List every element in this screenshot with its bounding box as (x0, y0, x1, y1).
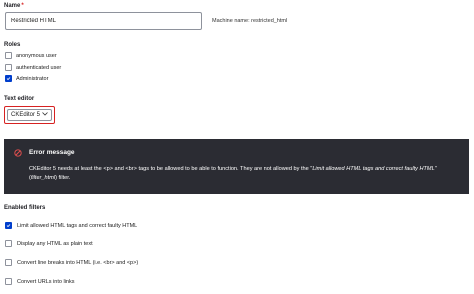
error-text-emphasis: Limit allowed HTML tags and correct faul… (312, 166, 435, 172)
text-editor-select[interactable]: CKEditor 5 (4, 106, 55, 124)
error-body: CKEditor 5 needs at least the <p> and <b… (29, 165, 459, 183)
filter-limit-html[interactable]: Limit allowed HTML tags and correct faul… (5, 222, 137, 229)
role-authenticated[interactable]: authenticated user (5, 64, 61, 71)
error-message-box: Error message CKEditor 5 needs at least … (4, 139, 469, 194)
filter-label: Convert line breaks into HTML (i.e. <br>… (17, 259, 139, 266)
filter-urls-links[interactable]: Convert URLs into links (5, 278, 74, 285)
checkbox-filter-line-breaks[interactable] (5, 259, 12, 266)
error-text-3: ) filter. (55, 175, 71, 181)
filter-line-breaks[interactable]: Convert line breaks into HTML (i.e. <br>… (5, 259, 138, 266)
filter-label: Convert URLs into links (17, 278, 75, 285)
filter-label: Display any HTML as plain text (17, 240, 93, 247)
role-anonymous[interactable]: anonymous user (5, 52, 57, 59)
machine-name: Machine name: restricted_html (212, 18, 288, 24)
role-label: Administrator (16, 75, 49, 82)
checkbox-filter-plain-text[interactable] (5, 240, 12, 247)
role-label: authenticated user (16, 64, 62, 71)
checkbox-filter-limit-html[interactable] (5, 222, 12, 229)
role-label: anonymous user (16, 52, 57, 59)
name-label: Name* (4, 3, 24, 9)
checkbox-filter-urls-links[interactable] (5, 278, 12, 285)
filters-heading: Enabled filters (4, 205, 46, 211)
role-administrator[interactable]: Administrator (5, 75, 48, 82)
filter-label: Limit allowed HTML tags and correct faul… (17, 222, 138, 229)
error-text-1: CKEditor 5 needs at least the <p> and <b… (29, 166, 313, 172)
roles-heading: Roles (4, 42, 21, 48)
filter-plain-text[interactable]: Display any HTML as plain text (5, 240, 93, 247)
chevron-down-icon (42, 112, 48, 118)
error-title: Error message (29, 149, 75, 156)
name-input[interactable] (5, 12, 202, 30)
text-editor-label: Text editor (4, 96, 35, 102)
checkbox-anonymous[interactable] (5, 52, 12, 59)
error-icon (14, 149, 22, 159)
required-marker: * (21, 3, 24, 9)
text-editor-selected: CKEditor 5 (11, 112, 41, 118)
error-text-code: filter_html (30, 175, 56, 181)
checkbox-authenticated[interactable] (5, 64, 12, 71)
name-label-text: Name (4, 3, 21, 9)
checkbox-administrator[interactable] (5, 75, 12, 82)
